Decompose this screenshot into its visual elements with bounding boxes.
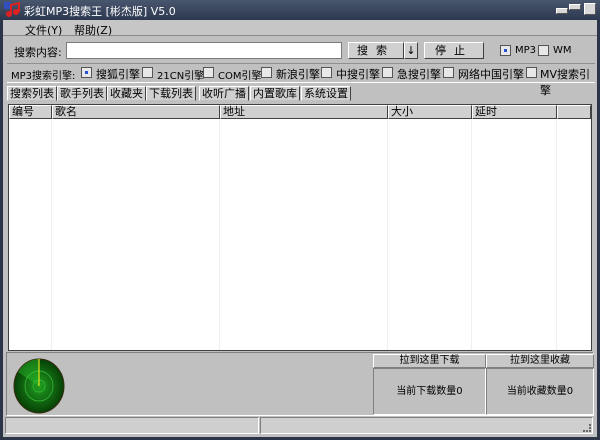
tab-download-list[interactable]: 下载列表 bbox=[146, 86, 196, 101]
favorite-drop-zone-header[interactable]: 拉到这里收藏 bbox=[486, 354, 594, 368]
stop-button[interactable]: 停止 bbox=[424, 42, 484, 59]
maximize-button[interactable] bbox=[584, 3, 596, 15]
tab-settings[interactable]: 系统设置 bbox=[301, 86, 351, 101]
download-drop-zone-header[interactable]: 拉到这里下载 bbox=[373, 354, 486, 368]
search-label: 搜索内容: bbox=[14, 46, 62, 59]
search-dropdown-arrow[interactable]: ↓ bbox=[404, 42, 418, 59]
column-header-song[interactable]: 歌名 bbox=[52, 105, 220, 119]
music-note-app-icon bbox=[4, 2, 20, 17]
search-button[interactable]: 搜索 bbox=[348, 42, 404, 59]
tab-builtin-library[interactable]: 内置歌库 bbox=[250, 86, 300, 101]
restore-button[interactable] bbox=[569, 4, 581, 10]
tab-favorites[interactable]: 收藏夹 bbox=[107, 86, 146, 101]
menu-bar: 文件(Y) 帮助(Z) bbox=[3, 20, 597, 38]
download-count[interactable]: 当前下载数量0 bbox=[373, 368, 486, 415]
title-bar: 彩虹MP3搜索王 [彬杰版] V5.0 bbox=[0, 0, 600, 20]
engine-21cn-checkbox[interactable] bbox=[142, 67, 153, 78]
engine-sina-checkbox[interactable] bbox=[261, 67, 272, 78]
menu-file[interactable]: 文件(Y) bbox=[25, 22, 62, 38]
song-table[interactable]: 编号 歌名 地址 大小 延时 bbox=[8, 104, 592, 351]
engine-sohu-label: 搜狐引擎 bbox=[96, 68, 140, 81]
format-mp3-radio[interactable] bbox=[500, 45, 511, 56]
window-title: 彩虹MP3搜索王 [彬杰版] V5.0 bbox=[24, 5, 176, 18]
format-wm-label: WM bbox=[553, 45, 572, 56]
radar-icon bbox=[13, 358, 65, 414]
engine-21cn-label: 21CN引擎 bbox=[157, 71, 205, 82]
menu-help[interactable]: 帮助(Z) bbox=[74, 22, 112, 38]
column-header-number[interactable]: 编号 bbox=[9, 105, 52, 119]
engine-jisou-checkbox[interactable] bbox=[382, 67, 393, 78]
column-header-latency[interactable]: 延时 bbox=[472, 105, 557, 119]
engine-mv-checkbox[interactable] bbox=[526, 67, 537, 78]
engine-com-checkbox[interactable] bbox=[203, 67, 214, 78]
tab-radio[interactable]: 收听广播 bbox=[199, 86, 249, 101]
engine-netchina-checkbox[interactable] bbox=[443, 67, 454, 78]
column-divider bbox=[387, 119, 388, 350]
column-header-url[interactable]: 地址 bbox=[220, 105, 388, 119]
main-window: 文件(Y) 帮助(Z) 搜索内容: 搜索 ↓ 停止 MP3 WM MP3搜索引擎… bbox=[3, 20, 597, 437]
engine-sina-label: 新浪引擎 bbox=[276, 68, 320, 81]
engine-jisou-label: 急搜引擎 bbox=[397, 68, 441, 81]
status-pane-left bbox=[5, 417, 259, 434]
engine-sohu-radio[interactable] bbox=[81, 67, 92, 78]
engine-zhongsou-label: 中搜引擎 bbox=[336, 68, 380, 81]
format-wm-checkbox[interactable] bbox=[538, 45, 549, 56]
favorite-count[interactable]: 当前收藏数量0 bbox=[486, 368, 594, 415]
minimize-button[interactable] bbox=[556, 8, 568, 14]
format-mp3-label: MP3 bbox=[515, 45, 537, 56]
engine-zhongsou-checkbox[interactable] bbox=[321, 67, 332, 78]
column-divider bbox=[51, 119, 52, 350]
column-divider bbox=[471, 119, 472, 350]
tab-search-list[interactable]: 搜索列表 bbox=[7, 86, 57, 101]
tab-singer-list[interactable]: 歌手列表 bbox=[57, 86, 107, 101]
column-divider bbox=[219, 119, 220, 350]
engine-netchina-label: 网络中国引擎 bbox=[458, 68, 524, 81]
resize-grip-icon[interactable] bbox=[583, 424, 591, 432]
column-header-size[interactable]: 大小 bbox=[388, 105, 472, 119]
engine-label: MP3搜索引擎: bbox=[11, 71, 76, 82]
column-header-blank[interactable] bbox=[557, 105, 591, 119]
engine-com-label: COM引擎 bbox=[218, 71, 262, 82]
status-pane-right bbox=[260, 417, 593, 434]
engine-mv-label: MV搜索引擎 bbox=[540, 68, 591, 97]
bottom-panel: 拉到这里下载 拉到这里收藏 当前下载数量0 当前收藏数量0 bbox=[6, 352, 594, 416]
search-input[interactable] bbox=[66, 42, 342, 59]
column-divider bbox=[556, 119, 557, 350]
